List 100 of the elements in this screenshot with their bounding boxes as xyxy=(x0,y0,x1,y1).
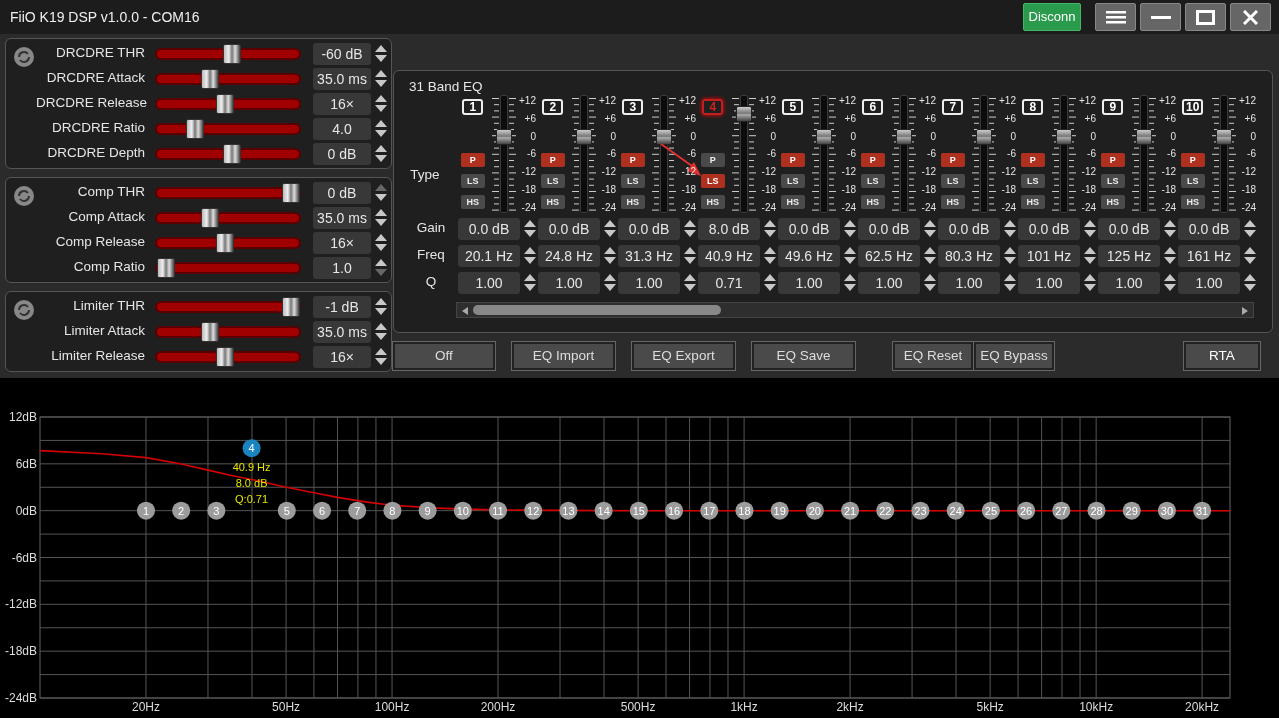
filter-type-button[interactable]: P xyxy=(620,153,645,167)
filter-type-button[interactable]: LS xyxy=(540,174,565,188)
filter-type-button[interactable]: P xyxy=(860,153,885,167)
filter-type-button[interactable]: LS xyxy=(860,174,885,188)
filter-type-button[interactable]: LS xyxy=(940,174,965,188)
value-field[interactable]: 31.3 Hz xyxy=(618,244,680,267)
value-field[interactable]: 16× xyxy=(313,92,371,115)
fader-thumb[interactable] xyxy=(655,128,672,145)
slider-thumb[interactable] xyxy=(201,68,219,89)
value-field[interactable]: 16× xyxy=(313,345,371,368)
decrement-button[interactable] xyxy=(1244,284,1256,291)
band-number[interactable]: 10 xyxy=(1182,99,1204,115)
scroll-left-icon[interactable] xyxy=(460,306,470,316)
slider-thumb[interactable] xyxy=(201,321,219,342)
action-button[interactable]: Off xyxy=(393,342,495,370)
band-number[interactable]: 9 xyxy=(1102,99,1124,115)
filter-type-button[interactable]: LS xyxy=(1100,174,1125,188)
filter-type-button[interactable]: LS xyxy=(620,174,645,188)
filter-type-button[interactable]: HS xyxy=(1020,195,1045,209)
fader[interactable] xyxy=(730,95,757,213)
value-field[interactable]: 1.00 xyxy=(938,271,1000,294)
increment-button[interactable] xyxy=(1244,247,1256,254)
band-number[interactable]: 5 xyxy=(782,99,804,115)
value-field[interactable]: 62.5 Hz xyxy=(858,244,920,267)
decrement-button[interactable] xyxy=(1244,257,1256,264)
filter-type-button[interactable]: P xyxy=(460,153,485,167)
value-field[interactable]: 0.0 dB xyxy=(1098,217,1160,240)
value-field[interactable]: 1.00 xyxy=(538,271,600,294)
filter-type-button[interactable]: HS xyxy=(1180,195,1205,209)
value-field[interactable]: 0.0 dB xyxy=(458,217,520,240)
value-field[interactable]: 1.00 xyxy=(618,271,680,294)
fader-thumb[interactable] xyxy=(575,128,592,145)
value-field[interactable]: 161 Hz xyxy=(1178,244,1240,267)
slider-thumb[interactable] xyxy=(157,257,175,278)
filter-type-button[interactable]: P xyxy=(1180,153,1205,167)
disconnect-button[interactable]: Disconn xyxy=(1023,3,1081,31)
value-field[interactable]: 35.0 ms xyxy=(313,67,371,90)
fader-thumb[interactable] xyxy=(815,128,832,145)
slider-thumb[interactable] xyxy=(222,43,241,64)
increment-button[interactable] xyxy=(375,45,387,52)
value-field[interactable]: 35.0 ms xyxy=(313,206,371,229)
action-button[interactable]: EQ Reset xyxy=(893,342,973,370)
value-field[interactable]: 49.6 Hz xyxy=(778,244,840,267)
value-field[interactable]: 0.0 dB xyxy=(778,217,840,240)
filter-type-button[interactable]: LS xyxy=(780,174,805,188)
fader[interactable] xyxy=(890,95,917,213)
slider-thumb[interactable] xyxy=(201,207,219,228)
filter-type-button[interactable]: HS xyxy=(540,195,565,209)
slider-thumb[interactable] xyxy=(215,232,234,253)
filter-type-button[interactable]: P xyxy=(700,153,725,167)
value-field[interactable]: -60 dB xyxy=(313,42,371,65)
filter-type-button[interactable]: P xyxy=(1100,153,1125,167)
fader[interactable] xyxy=(970,95,997,213)
increment-button[interactable] xyxy=(1244,220,1256,227)
filter-type-button[interactable]: P xyxy=(540,153,565,167)
scroll-right-icon[interactable] xyxy=(1240,306,1250,316)
slider-thumb[interactable] xyxy=(186,118,205,139)
band-number[interactable]: 7 xyxy=(942,99,964,115)
value-field[interactable]: 1.00 xyxy=(458,271,520,294)
value-field[interactable]: 16× xyxy=(313,231,371,254)
value-field[interactable]: 101 Hz xyxy=(1018,244,1080,267)
minimize-button[interactable] xyxy=(1140,3,1181,31)
fader-thumb[interactable] xyxy=(735,106,752,123)
maximize-button[interactable] xyxy=(1185,3,1226,31)
value-field[interactable]: 0 dB xyxy=(313,142,371,165)
filter-type-button[interactable]: LS xyxy=(1020,174,1045,188)
fader-thumb[interactable] xyxy=(895,128,912,145)
value-field[interactable]: -1 dB xyxy=(313,295,371,318)
fader-thumb[interactable] xyxy=(495,128,512,145)
filter-type-button[interactable]: LS xyxy=(1180,174,1205,188)
value-field[interactable]: 80.3 Hz xyxy=(938,244,1000,267)
action-button[interactable]: EQ Bypass xyxy=(974,342,1054,370)
band-number[interactable]: 8 xyxy=(1022,99,1044,115)
fader-thumb[interactable] xyxy=(1135,128,1152,145)
reset-icon[interactable] xyxy=(13,299,35,321)
scrollbar[interactable] xyxy=(456,302,1254,318)
filter-type-button[interactable]: HS xyxy=(780,195,805,209)
value-field[interactable]: 1.00 xyxy=(1018,271,1080,294)
fader[interactable] xyxy=(810,95,837,213)
filter-type-button[interactable]: P xyxy=(940,153,965,167)
filter-type-button[interactable]: HS xyxy=(860,195,885,209)
rta-button[interactable]: RTA xyxy=(1184,342,1260,370)
filter-type-button[interactable]: HS xyxy=(940,195,965,209)
value-field[interactable]: 8.0 dB xyxy=(698,217,760,240)
scrollbar-thumb[interactable] xyxy=(473,305,721,315)
menu-button[interactable] xyxy=(1095,3,1136,31)
filter-type-button[interactable]: HS xyxy=(1100,195,1125,209)
fader[interactable] xyxy=(650,95,677,213)
value-field[interactable]: 1.00 xyxy=(1098,271,1160,294)
band-marker[interactable]: 4 xyxy=(242,439,261,458)
slider-thumb[interactable] xyxy=(215,346,234,367)
value-field[interactable]: 0.71 xyxy=(698,271,760,294)
value-field[interactable]: 1.00 xyxy=(858,271,920,294)
slider-thumb[interactable] xyxy=(222,143,241,164)
reset-icon[interactable] xyxy=(13,185,35,207)
fader[interactable] xyxy=(570,95,597,213)
value-field[interactable]: 24.8 Hz xyxy=(538,244,600,267)
decrement-button[interactable] xyxy=(1244,230,1256,237)
value-field[interactable]: 0.0 dB xyxy=(618,217,680,240)
value-field[interactable]: 0.0 dB xyxy=(938,217,1000,240)
